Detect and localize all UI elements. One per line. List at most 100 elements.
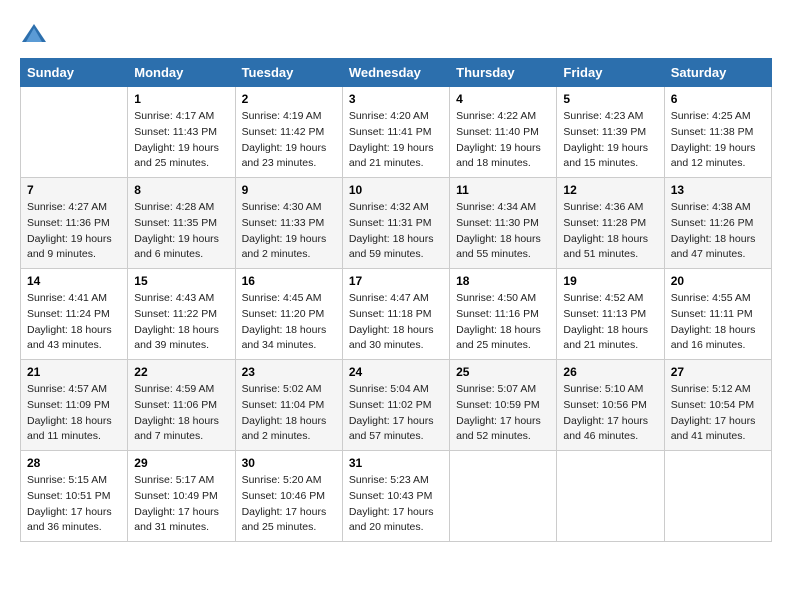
day-info: Sunrise: 5:04 AMSunset: 11:02 PMDaylight… <box>349 382 443 445</box>
day-cell: 8 Sunrise: 4:28 AMSunset: 11:35 PMDayligh… <box>128 178 235 269</box>
day-cell: 15Sunrise: 4:43 AMSunset: 11:22 PMDaylig… <box>128 269 235 360</box>
day-number: 27 <box>671 365 765 379</box>
day-number: 8 <box>134 183 228 197</box>
day-info: Sunrise: 5:02 AMSunset: 11:04 PMDaylight… <box>242 382 336 445</box>
day-number: 30 <box>242 456 336 470</box>
day-cell: 23 Sunrise: 5:02 AMSunset: 11:04 PMDaylig… <box>235 360 342 451</box>
calendar-table: SundayMondayTuesdayWednesdayThursdayFrid… <box>20 58 772 542</box>
day-info: Sunrise: 4:57 AMSunset: 11:09 PMDaylight… <box>27 382 121 445</box>
week-row-2: 7 Sunrise: 4:27 AMSunset: 11:36 PMDayligh… <box>21 178 772 269</box>
day-number: 23 <box>242 365 336 379</box>
day-info: Sunrise: 4:38 AMSunset: 11:26 PMDaylight… <box>671 200 765 263</box>
day-info: Sunrise: 4:34 AMSunset: 11:30 PMDaylight… <box>456 200 550 263</box>
day-cell: 19 Sunrise: 4:52 AMSunset: 11:13 PMDaylig… <box>557 269 664 360</box>
day-cell: 4 Sunrise: 4:22 AMSunset: 11:40 PMDayligh… <box>450 87 557 178</box>
day-number: 31 <box>349 456 443 470</box>
day-number: 22 <box>134 365 228 379</box>
page-container: SundayMondayTuesdayWednesdayThursdayFrid… <box>20 20 772 542</box>
week-row-4: 21 Sunrise: 4:57 AMSunset: 11:09 PMDaylig… <box>21 360 772 451</box>
day-info: Sunrise: 4:27 AMSunset: 11:36 PMDaylight… <box>27 200 121 263</box>
day-cell: 21 Sunrise: 4:57 AMSunset: 11:09 PMDaylig… <box>21 360 128 451</box>
day-info: Sunrise: 4:55 AMSunset: 11:11 PMDaylight… <box>671 291 765 354</box>
day-number: 4 <box>456 92 550 106</box>
day-number: 11 <box>456 183 550 197</box>
day-info: Sunrise: 4:45 AMSunset: 11:20 PMDaylight… <box>242 291 336 354</box>
day-info: Sunrise: 4:59 AMSunset: 11:06 PMDaylight… <box>134 382 228 445</box>
day-number: 7 <box>27 183 121 197</box>
day-number: 1 <box>134 92 228 106</box>
day-info: Sunrise: 4:30 AMSunset: 11:33 PMDaylight… <box>242 200 336 263</box>
day-cell: 6 Sunrise: 4:25 AMSunset: 11:38 PMDayligh… <box>664 87 771 178</box>
day-number: 21 <box>27 365 121 379</box>
day-number: 14 <box>27 274 121 288</box>
day-info: Sunrise: 5:23 AMSunset: 10:43 PMDaylight… <box>349 473 443 536</box>
day-cell: 30 Sunrise: 5:20 AMSunset: 10:46 PMDaylig… <box>235 451 342 542</box>
day-cell: 9Sunrise: 4:30 AMSunset: 11:33 PMDayligh… <box>235 178 342 269</box>
day-cell <box>557 451 664 542</box>
day-cell <box>450 451 557 542</box>
col-header-friday: Friday <box>557 59 664 87</box>
day-number: 2 <box>242 92 336 106</box>
day-info: Sunrise: 4:28 AMSunset: 11:35 PMDaylight… <box>134 200 228 263</box>
col-header-tuesday: Tuesday <box>235 59 342 87</box>
day-info: Sunrise: 4:22 AMSunset: 11:40 PMDaylight… <box>456 109 550 172</box>
week-row-1: 1 Sunrise: 4:17 AMSunset: 11:43 PMDayligh… <box>21 87 772 178</box>
day-info: Sunrise: 4:20 AMSunset: 11:41 PMDaylight… <box>349 109 443 172</box>
day-info: Sunrise: 5:12 AMSunset: 10:54 PMDaylight… <box>671 382 765 445</box>
col-header-saturday: Saturday <box>664 59 771 87</box>
day-cell: 7 Sunrise: 4:27 AMSunset: 11:36 PMDayligh… <box>21 178 128 269</box>
col-header-wednesday: Wednesday <box>342 59 449 87</box>
day-info: Sunrise: 5:07 AMSunset: 10:59 PMDaylight… <box>456 382 550 445</box>
day-info: Sunrise: 5:17 AMSunset: 10:49 PMDaylight… <box>134 473 228 536</box>
day-cell: 17 Sunrise: 4:47 AMSunset: 11:18 PMDaylig… <box>342 269 449 360</box>
day-number: 28 <box>27 456 121 470</box>
col-header-monday: Monday <box>128 59 235 87</box>
day-cell: 28 Sunrise: 5:15 AMSunset: 10:51 PMDaylig… <box>21 451 128 542</box>
day-cell: 20Sunrise: 4:55 AMSunset: 11:11 PMDaylig… <box>664 269 771 360</box>
day-cell: 27 Sunrise: 5:12 AMSunset: 10:54 PMDaylig… <box>664 360 771 451</box>
day-cell <box>21 87 128 178</box>
day-cell: 16 Sunrise: 4:45 AMSunset: 11:20 PMDaylig… <box>235 269 342 360</box>
day-info: Sunrise: 4:41 AMSunset: 11:24 PMDaylight… <box>27 291 121 354</box>
day-cell: 5 Sunrise: 4:23 AMSunset: 11:39 PMDayligh… <box>557 87 664 178</box>
day-info: Sunrise: 5:10 AMSunset: 10:56 PMDaylight… <box>563 382 657 445</box>
day-number: 5 <box>563 92 657 106</box>
day-info: Sunrise: 4:52 AMSunset: 11:13 PMDaylight… <box>563 291 657 354</box>
logo-icon <box>20 20 48 48</box>
day-number: 17 <box>349 274 443 288</box>
day-number: 16 <box>242 274 336 288</box>
day-cell: 26 Sunrise: 5:10 AMSunset: 10:56 PMDaylig… <box>557 360 664 451</box>
day-info: Sunrise: 4:50 AMSunset: 11:16 PMDaylight… <box>456 291 550 354</box>
day-cell: 29 Sunrise: 5:17 AMSunset: 10:49 PMDaylig… <box>128 451 235 542</box>
col-header-sunday: Sunday <box>21 59 128 87</box>
day-cell: 12 Sunrise: 4:36 AMSunset: 11:28 PMDaylig… <box>557 178 664 269</box>
day-info: Sunrise: 4:17 AMSunset: 11:43 PMDaylight… <box>134 109 228 172</box>
logo <box>20 20 52 48</box>
day-cell: 25Sunrise: 5:07 AMSunset: 10:59 PMDaylig… <box>450 360 557 451</box>
day-cell: 1 Sunrise: 4:17 AMSunset: 11:43 PMDayligh… <box>128 87 235 178</box>
day-cell: 13Sunrise: 4:38 AMSunset: 11:26 PMDaylig… <box>664 178 771 269</box>
day-info: Sunrise: 4:36 AMSunset: 11:28 PMDaylight… <box>563 200 657 263</box>
col-header-thursday: Thursday <box>450 59 557 87</box>
day-cell: 24Sunrise: 5:04 AMSunset: 11:02 PMDaylig… <box>342 360 449 451</box>
day-info: Sunrise: 4:47 AMSunset: 11:18 PMDaylight… <box>349 291 443 354</box>
page-header <box>20 20 772 48</box>
day-info: Sunrise: 5:15 AMSunset: 10:51 PMDaylight… <box>27 473 121 536</box>
day-number: 26 <box>563 365 657 379</box>
day-cell: 11 Sunrise: 4:34 AMSunset: 11:30 PMDaylig… <box>450 178 557 269</box>
header-row: SundayMondayTuesdayWednesdayThursdayFrid… <box>21 59 772 87</box>
day-number: 19 <box>563 274 657 288</box>
day-cell: 22 Sunrise: 4:59 AMSunset: 11:06 PMDaylig… <box>128 360 235 451</box>
day-info: Sunrise: 4:25 AMSunset: 11:38 PMDaylight… <box>671 109 765 172</box>
day-number: 3 <box>349 92 443 106</box>
day-number: 6 <box>671 92 765 106</box>
day-info: Sunrise: 4:23 AMSunset: 11:39 PMDaylight… <box>563 109 657 172</box>
day-cell: 2Sunrise: 4:19 AMSunset: 11:42 PMDayligh… <box>235 87 342 178</box>
day-number: 10 <box>349 183 443 197</box>
day-cell <box>664 451 771 542</box>
day-info: Sunrise: 5:20 AMSunset: 10:46 PMDaylight… <box>242 473 336 536</box>
day-cell: 18Sunrise: 4:50 AMSunset: 11:16 PMDaylig… <box>450 269 557 360</box>
day-number: 29 <box>134 456 228 470</box>
day-cell: 14 Sunrise: 4:41 AMSunset: 11:24 PMDaylig… <box>21 269 128 360</box>
day-number: 12 <box>563 183 657 197</box>
